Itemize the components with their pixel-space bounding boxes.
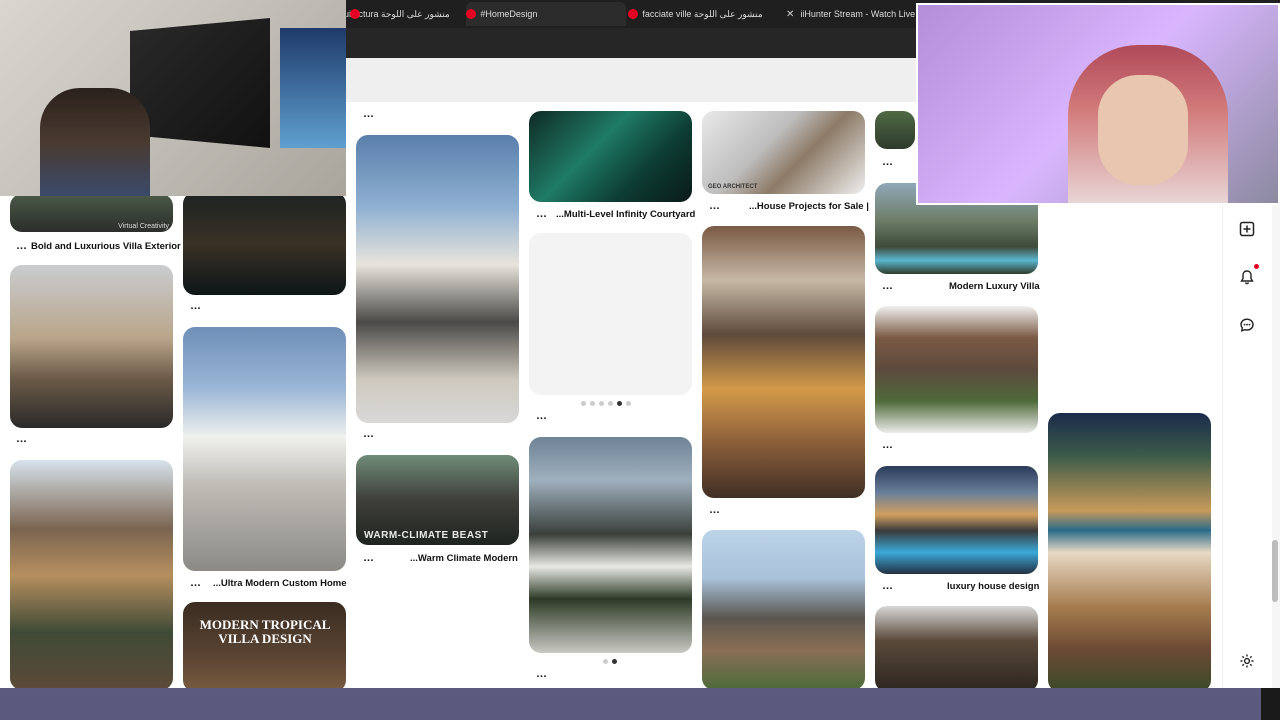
scrollbar-thumb[interactable]	[1272, 540, 1278, 602]
carousel-dot[interactable]	[599, 401, 604, 406]
pinterest-icon	[350, 9, 360, 19]
tab-label: facciate ville منشور على اللوحة	[642, 8, 763, 19]
pin-image[interactable]	[183, 327, 346, 571]
pinterest-icon	[628, 9, 638, 19]
messages-chat-icon[interactable]	[1236, 314, 1258, 336]
more-options-icon[interactable]: …	[16, 433, 28, 445]
more-options-icon[interactable]: …	[536, 668, 548, 680]
tab-homedesign[interactable]: ✕ #HomeDesign	[466, 2, 626, 26]
pin-image[interactable]	[356, 135, 519, 423]
more-options-icon[interactable]: …	[709, 200, 721, 212]
pin-title[interactable]: ...House Projects for Sale |	[749, 201, 869, 212]
pin-image[interactable]: Virtual Creativity	[10, 194, 173, 232]
right-action-rail	[1222, 205, 1272, 688]
more-options-icon[interactable]: …	[190, 300, 202, 312]
more-options-icon[interactable]: …	[16, 240, 28, 252]
pin-image[interactable]	[183, 192, 346, 295]
more-options-icon[interactable]: …	[536, 410, 548, 422]
pin-image[interactable]	[875, 606, 1038, 688]
more-options-icon[interactable]: …	[882, 580, 894, 592]
webcam-overlay-right	[916, 3, 1280, 205]
carousel-dots	[581, 401, 631, 406]
watermark-text: Virtual Creativity	[118, 223, 169, 230]
more-options-icon[interactable]: …	[882, 439, 894, 451]
carousel-dot-active[interactable]	[617, 401, 622, 406]
more-options-icon[interactable]: …	[709, 504, 721, 516]
pin-image-placeholder[interactable]	[529, 233, 692, 395]
pin-image[interactable]	[875, 306, 1038, 433]
tab-label: iiHunter Stream - Watch Live o	[800, 9, 916, 19]
carousel-dot-active[interactable]	[612, 659, 617, 664]
pin-image[interactable]: GEO ARCHITECT	[702, 111, 865, 194]
logo-text: GEO ARCHITECT	[708, 184, 758, 190]
notification-badge	[1254, 264, 1259, 269]
tab-arquitectura[interactable]: uitectura منشور على اللوحة	[344, 2, 460, 26]
more-options-icon[interactable]: …	[190, 577, 202, 589]
more-options-icon[interactable]: …	[363, 108, 375, 120]
more-options-icon[interactable]: …	[882, 156, 894, 168]
tab-facciate[interactable]: ✕ facciate ville منشور على اللوحة	[628, 2, 784, 26]
more-options-icon[interactable]: …	[363, 552, 375, 564]
carousel-dot[interactable]	[608, 401, 613, 406]
pinterest-icon	[466, 9, 476, 19]
more-options-icon[interactable]: …	[363, 428, 375, 440]
tab-label: #HomeDesign	[480, 9, 538, 19]
pin-image[interactable]	[702, 530, 865, 688]
carousel-dot[interactable]	[590, 401, 595, 406]
more-options-icon[interactable]: …	[882, 280, 894, 292]
pin-image[interactable]: MODERN TROPICAL VILLA DESIGN	[183, 602, 346, 688]
pin-image[interactable]	[875, 111, 915, 149]
system-tray	[1261, 688, 1280, 720]
carousel-dots	[603, 659, 617, 664]
create-plus-icon[interactable]	[1236, 218, 1258, 240]
pin-image[interactable]	[529, 437, 692, 653]
pin-title[interactable]: Modern Luxury Villa	[949, 281, 1040, 292]
close-icon[interactable]: ✕	[786, 9, 794, 20]
settings-gear-icon[interactable]	[1236, 650, 1258, 672]
more-options-icon[interactable]: …	[536, 208, 548, 220]
pin-image[interactable]	[1048, 413, 1211, 688]
pin-overlay-title: MODERN TROPICAL VILLA DESIGN	[199, 617, 331, 646]
pin-image[interactable]	[529, 111, 692, 202]
pin-image[interactable]	[875, 466, 1038, 574]
carousel-dot[interactable]	[581, 401, 586, 406]
pin-image[interactable]	[10, 460, 173, 688]
pin-title[interactable]: ...Ultra Modern Custom Home	[213, 578, 347, 589]
pin-title[interactable]: luxury house design	[947, 581, 1039, 592]
pin-title[interactable]: Bold and Luxurious Villa Exterior	[31, 241, 181, 252]
carousel-dot[interactable]	[626, 401, 631, 406]
pin-title[interactable]: ...Warm Climate Modern	[410, 553, 518, 564]
pin-overlay-text: WARM-CLIMATE BEAST	[364, 530, 489, 541]
notifications-bell-icon[interactable]	[1236, 266, 1258, 288]
pin-image[interactable]: WARM-CLIMATE BEAST	[356, 455, 519, 545]
carousel-dot[interactable]	[603, 659, 608, 664]
tab-stream[interactable]: ✕ iiHunter Stream - Watch Live o	[786, 2, 916, 26]
pin-title[interactable]: ...Multi-Level Infinity Courtyard	[556, 209, 695, 220]
pin-image[interactable]	[702, 226, 865, 498]
webcam-overlay-left	[0, 0, 346, 196]
pin-image[interactable]	[10, 265, 173, 428]
